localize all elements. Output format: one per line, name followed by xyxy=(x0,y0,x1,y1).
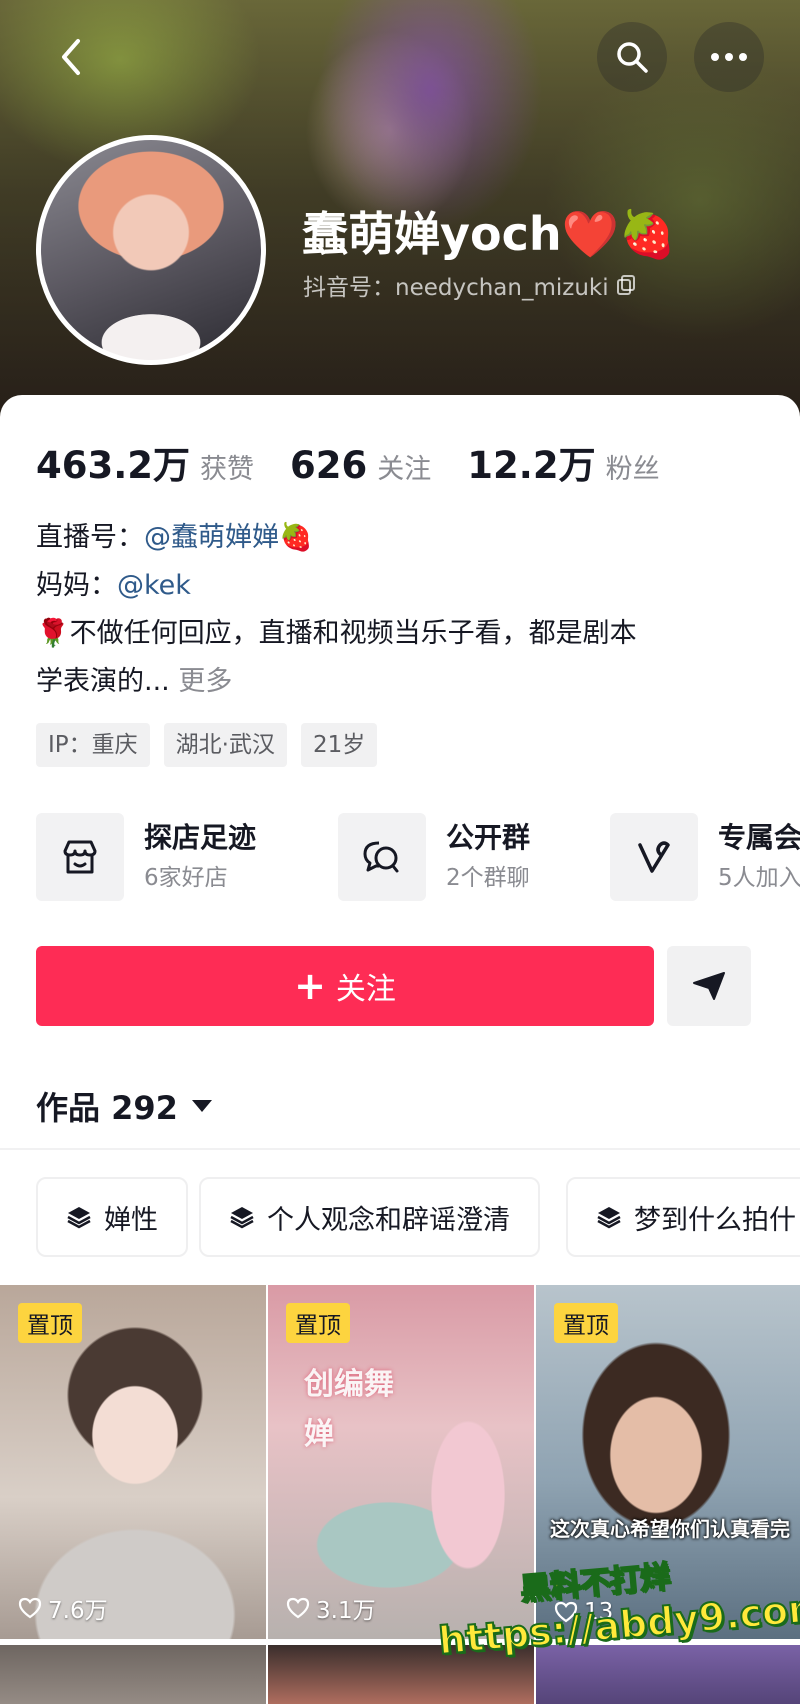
pinned-badge: 置顶 xyxy=(286,1303,350,1343)
video-thumbnail[interactable]: 置顶 创编舞 婵 3.1万 xyxy=(268,1285,534,1639)
search-icon xyxy=(617,42,648,73)
collection-chip[interactable]: 婵性 xyxy=(36,1177,188,1257)
collections-row: 婵性 个人观念和辟谣澄清 梦到什么拍什 xyxy=(36,1177,800,1259)
bio-text-line2: 学表演的... 更多 xyxy=(36,659,756,705)
bio-more-link[interactable]: 更多 xyxy=(178,666,232,697)
search-button[interactable] xyxy=(597,22,667,92)
store-icon xyxy=(63,840,97,874)
entry-club-icon-box xyxy=(610,813,698,901)
followers-label[interactable]: 粉丝 xyxy=(606,447,660,486)
more-button[interactable] xyxy=(694,22,764,92)
entry-public-group[interactable]: 公开群 2个群聊 xyxy=(338,813,530,901)
pinned-badge: 置顶 xyxy=(554,1303,618,1343)
video-overlay-line1: 创编舞 xyxy=(304,1367,394,1402)
collection-label: 个人观念和辟谣澄清 xyxy=(267,1204,510,1236)
caret-down-icon xyxy=(191,1100,212,1112)
collection-label: 梦到什么拍什 xyxy=(634,1204,796,1236)
works-label: 作品 292 xyxy=(36,1089,178,1127)
collection-label: 婵性 xyxy=(104,1204,158,1236)
more-dots-icon xyxy=(711,53,747,61)
display-name: 蠢萌婵yoch❤️🍓 xyxy=(302,207,677,261)
bio-text-line2-text: 学表演的... xyxy=(36,666,170,697)
bio-text-line1: 🌹不做任何回应，直播和视频当乐子看，都是剧本 xyxy=(36,618,637,649)
entry-club-title: 专属会 xyxy=(718,821,800,854)
collection-chip[interactable]: 个人观念和辟谣澄清 xyxy=(199,1177,540,1257)
bio-live-line: 直播号：@蠢萌婵婵🍓 xyxy=(36,515,756,561)
stats-row: 463.2万 获赞 626 关注 12.2万 粉丝 xyxy=(36,435,696,489)
mom-handle-link[interactable]: @kek xyxy=(117,570,191,601)
pinned-badge: 置顶 xyxy=(18,1303,82,1343)
follow-button[interactable]: + 关注 xyxy=(36,946,654,1026)
profile-tags: IP：重庆 湖北·武汉 21岁 xyxy=(36,723,378,767)
video-overlay-line2: 婵 xyxy=(304,1417,334,1452)
live-handle-link[interactable]: @蠢萌婵婵🍓 xyxy=(144,522,313,553)
entry-store-title: 探店足迹 xyxy=(144,821,257,854)
follow-label: 关注 xyxy=(335,972,396,1007)
back-arrow-icon xyxy=(62,39,80,75)
video-likes: 3.1万 xyxy=(286,1591,376,1625)
age-tag: 21岁 xyxy=(300,723,378,767)
video-thumbnail[interactable] xyxy=(0,1645,266,1704)
plus-icon: + xyxy=(294,964,326,1008)
video-likes-count: 3.1万 xyxy=(316,1598,376,1624)
entry-group-title: 公开群 xyxy=(446,821,531,854)
video-thumbnail[interactable] xyxy=(536,1645,800,1704)
heart-outline-icon xyxy=(18,1597,42,1619)
chat-bubbles-icon xyxy=(363,841,399,873)
entry-group-subtitle: 2个群聊 xyxy=(446,865,530,891)
douyin-id-text: 抖音号：needychan_mizuki xyxy=(303,275,609,301)
likes-count: 463.2万 xyxy=(36,444,191,487)
send-arrow-icon xyxy=(693,972,725,1000)
entry-store-visits[interactable]: 探店足迹 6家好店 xyxy=(36,813,256,901)
entry-club-subtitle: 5人加入 xyxy=(718,865,800,891)
tab-works[interactable]: 作品 292 xyxy=(36,1083,212,1129)
likes-label: 获赞 xyxy=(200,454,255,485)
ip-tag: IP：重庆 xyxy=(36,723,150,767)
share-button[interactable] xyxy=(667,946,751,1026)
followers-count[interactable]: 12.2万 xyxy=(467,435,595,489)
video-caption: 这次真心希望你们认真看完 xyxy=(550,1517,790,1541)
heart-outline-icon xyxy=(286,1597,310,1619)
stack-layers-icon xyxy=(67,1207,91,1229)
following-count[interactable]: 626 xyxy=(290,444,367,487)
mom-label: 妈妈： xyxy=(36,570,117,601)
back-button[interactable] xyxy=(36,22,106,92)
divider xyxy=(0,1148,800,1150)
following-label[interactable]: 关注 xyxy=(377,447,431,486)
bio-mom-line: 妈妈：@kek xyxy=(36,563,756,609)
video-overlay-text: 创编舞 婵 xyxy=(304,1360,394,1460)
location-tag: 湖北·武汉 xyxy=(163,723,287,767)
video-thumbnail[interactable]: 置顶 7.6万 xyxy=(0,1285,266,1639)
stack-layers-icon xyxy=(597,1207,621,1229)
entry-store-subtitle: 6家好店 xyxy=(144,865,228,891)
collection-chip[interactable]: 梦到什么拍什 xyxy=(566,1177,800,1257)
avatar[interactable] xyxy=(36,135,266,365)
copy-icon[interactable] xyxy=(616,275,635,295)
entry-exclusive-club[interactable]: 专属会 5人加入 xyxy=(610,813,800,901)
video-likes: 7.6万 xyxy=(18,1591,108,1625)
entry-store-icon-box xyxy=(36,813,124,901)
profile-card: 463.2万 获赞 626 关注 12.2万 粉丝 直播号：@蠢萌婵婵🍓 妈妈：… xyxy=(0,395,800,1704)
entry-group-icon-box xyxy=(338,813,426,901)
heart-v-icon xyxy=(638,841,670,873)
stack-layers-icon xyxy=(230,1207,254,1229)
feature-entries: 探店足迹 6家好店 公开群 2个群聊 专属会 5人加入 xyxy=(36,813,800,905)
live-label: 直播号： xyxy=(36,522,144,553)
douyin-id[interactable]: 抖音号：needychan_mizuki xyxy=(303,268,635,302)
video-likes-count: 7.6万 xyxy=(48,1598,108,1624)
